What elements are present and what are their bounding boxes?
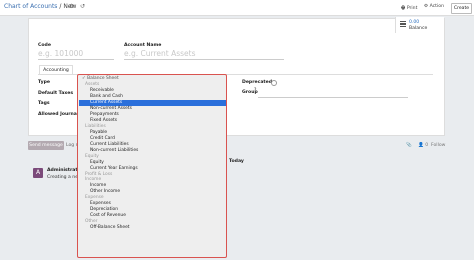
code-input[interactable]: e.g. 101000 <box>38 49 83 58</box>
today-separator: Today <box>229 159 244 164</box>
discard-icon[interactable]: ↺ <box>80 3 85 10</box>
deprecated-checkbox[interactable] <box>271 80 277 86</box>
balance-label: Balance <box>409 26 428 31</box>
type-dropdown-list[interactable]: ✓ Balance Sheet Assets Receivable Bank and … <box>77 74 227 258</box>
print-label: Print <box>406 6 418 11</box>
print-icon: 🖶 <box>401 6 406 11</box>
code-label: Code <box>38 43 51 48</box>
print-button[interactable]: 🖶 Print <box>401 4 417 12</box>
action-button[interactable]: ⚙ Action <box>424 4 444 9</box>
list-icon <box>400 21 406 27</box>
followers-count: 0 <box>425 143 429 148</box>
group-input[interactable] <box>258 97 408 98</box>
control-panel: Chart of Accounts / New ⚙ ↺ 🖶 Print ⚙ Ac… <box>0 0 474 16</box>
deprecated-label: Deprecated <box>242 80 273 85</box>
account-name-underline <box>124 59 284 60</box>
follow-button[interactable]: Follow <box>431 143 445 148</box>
default-taxes-label: Default Taxes <box>38 91 74 96</box>
send-message-button[interactable]: Send message <box>28 141 64 150</box>
breadcrumb: Chart of Accounts / New <box>4 3 76 10</box>
account-name-input[interactable]: e.g. Current Assets <box>124 49 196 58</box>
gear-icon[interactable]: ⚙ <box>69 3 74 10</box>
account-name-label: Account Name <box>124 43 162 48</box>
create-button[interactable]: Create <box>451 3 472 14</box>
type-label: Type <box>38 80 50 85</box>
breadcrumb-separator: / <box>59 3 62 10</box>
allowed-journals-label: Allowed Journals <box>38 112 82 117</box>
code-underline <box>38 59 114 60</box>
followers-icon[interactable]: 👤 0 <box>418 143 428 148</box>
tags-label: Tags <box>38 101 50 106</box>
attachment-icon[interactable]: 📎 <box>406 143 412 148</box>
breadcrumb-parent[interactable]: Chart of Accounts <box>4 3 57 10</box>
balance-smart-button[interactable]: 0.00 Balance <box>395 17 444 33</box>
group-required-mark: ? <box>254 88 257 93</box>
balance-value: 0.00 <box>409 20 420 25</box>
action-label: Action <box>429 4 444 9</box>
dropdown-option[interactable]: Off-Balance Sheet <box>79 225 226 231</box>
gear-small-icon: ⚙ <box>424 4 429 9</box>
avatar: A <box>33 168 43 178</box>
